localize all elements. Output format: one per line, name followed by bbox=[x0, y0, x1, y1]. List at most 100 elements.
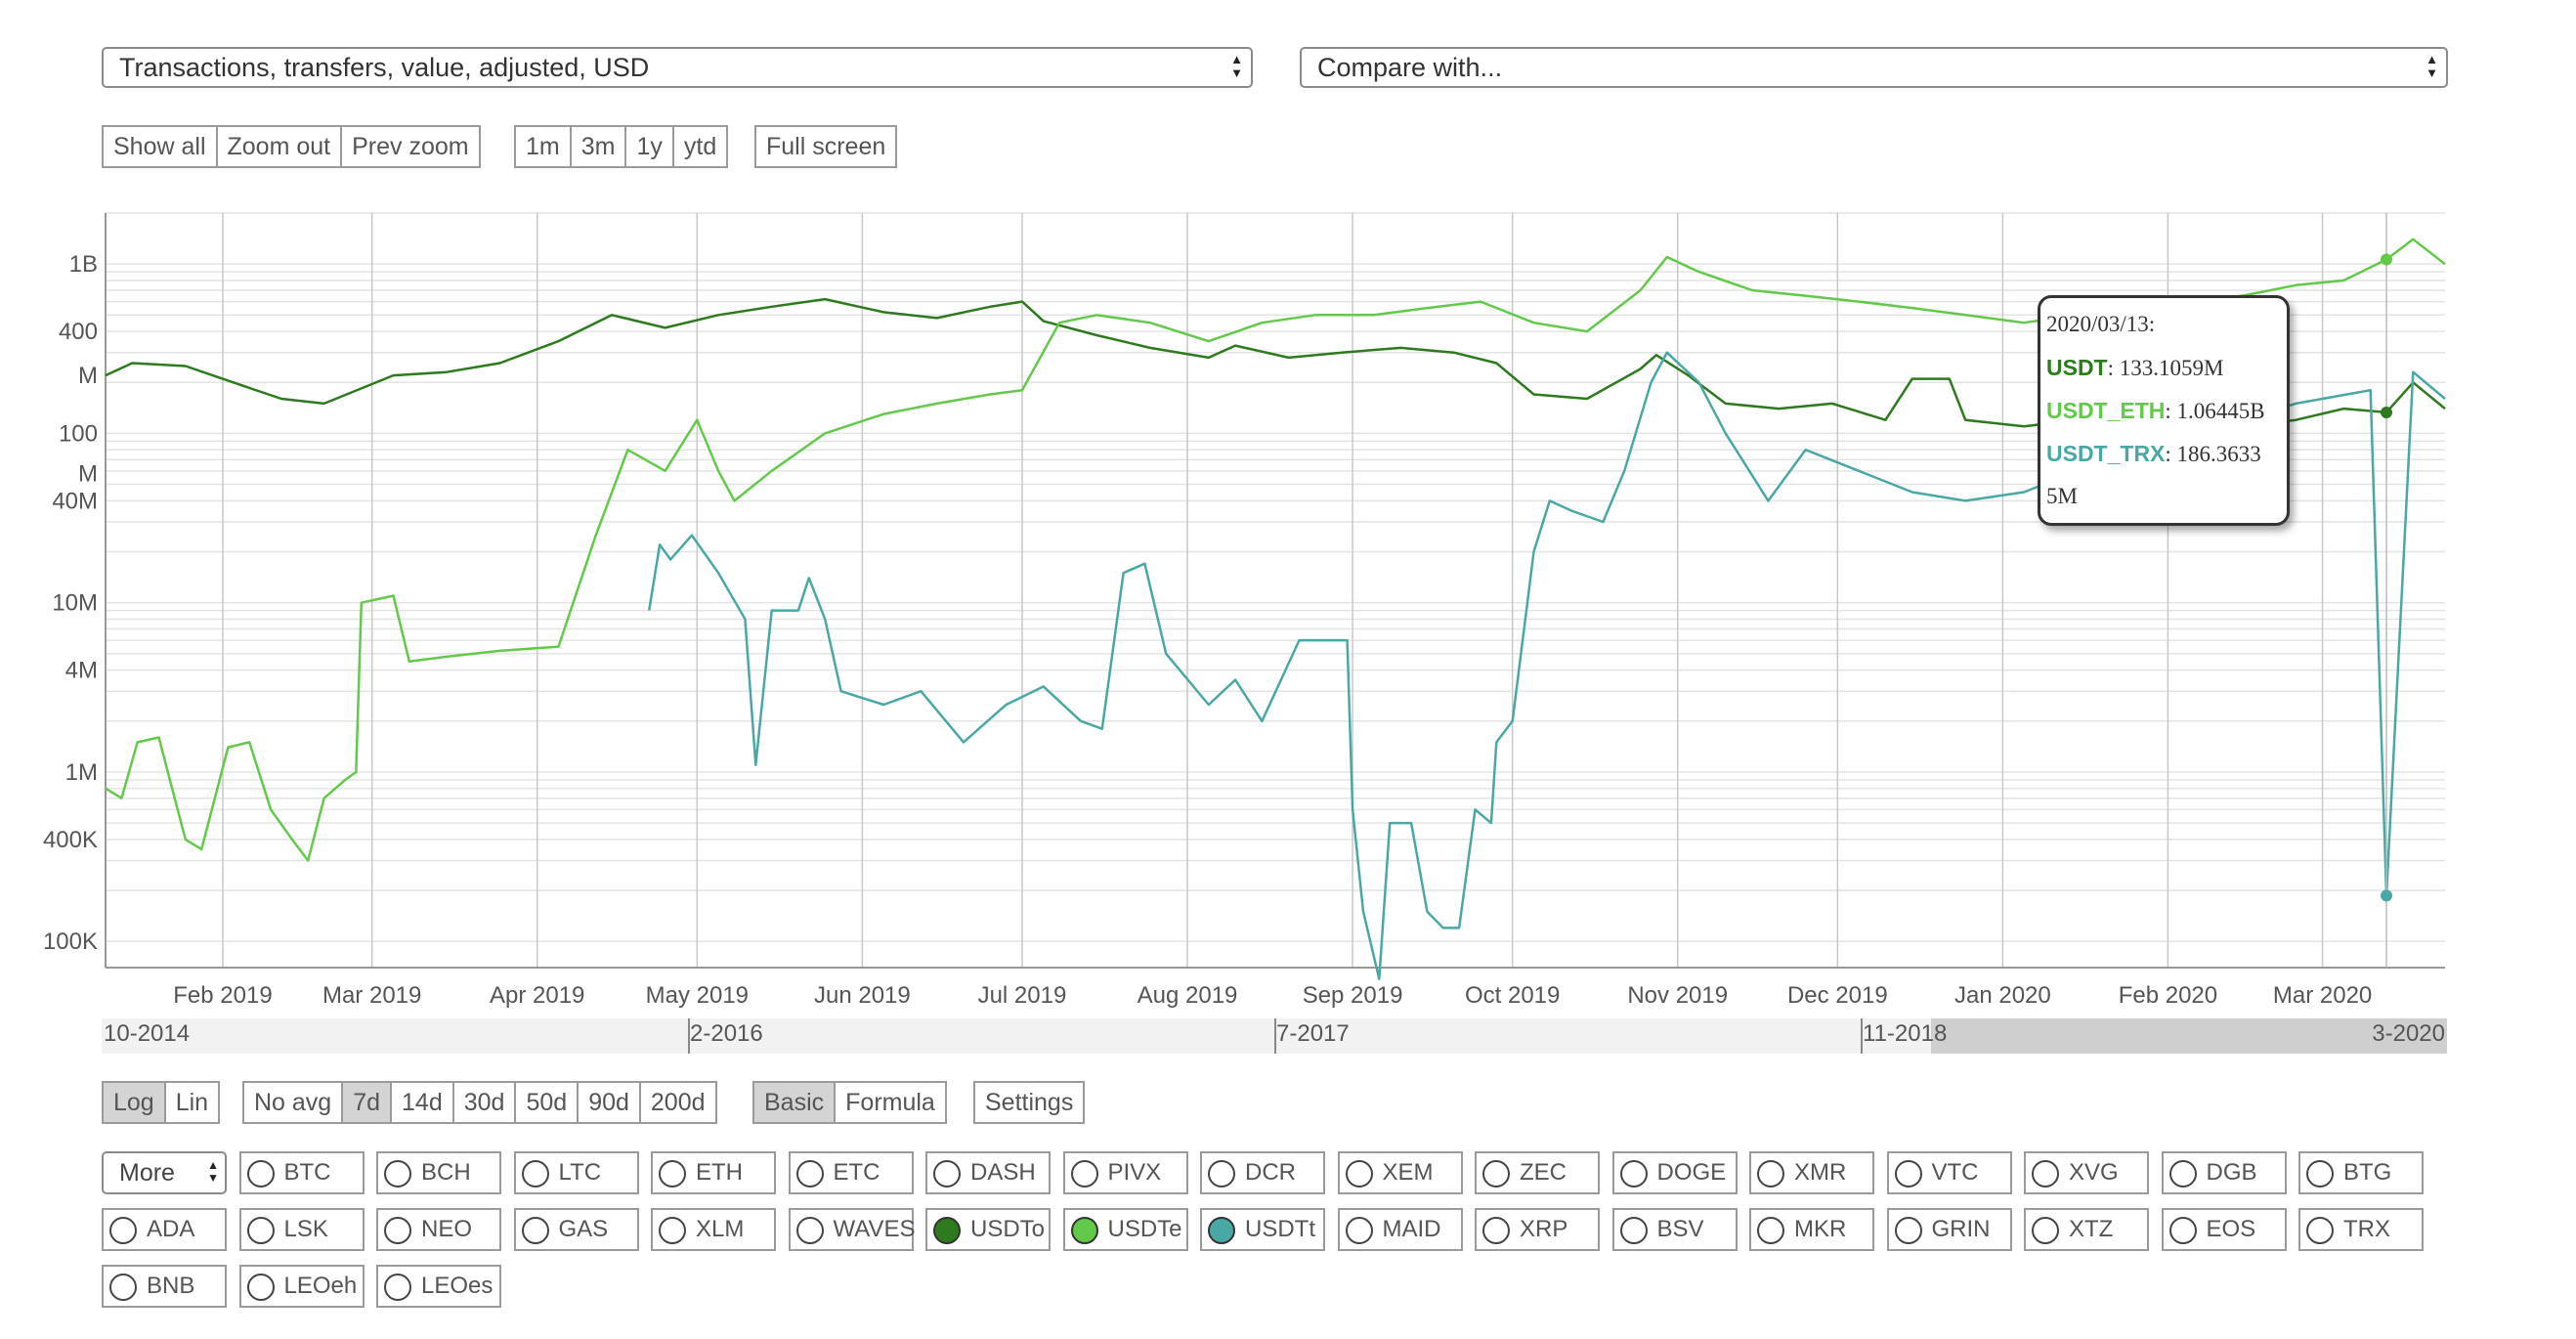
coin-label: DASH bbox=[970, 1159, 1036, 1186]
series-marker bbox=[2381, 253, 2393, 266]
tooltip-overflow: 5M bbox=[2046, 484, 2078, 508]
series-marker bbox=[2381, 406, 2393, 418]
more-select[interactable]: More ▲ ▼ bbox=[102, 1151, 227, 1194]
coin-toggle-ltc[interactable]: LTC bbox=[513, 1151, 639, 1194]
coin-toggle-vtc[interactable]: VTC bbox=[1886, 1151, 2012, 1194]
coin-label: DCR bbox=[1245, 1159, 1296, 1186]
radio-icon bbox=[795, 1160, 824, 1188]
coin-label: XMR bbox=[1794, 1159, 1847, 1186]
coin-label: USDTo bbox=[970, 1216, 1046, 1242]
coin-label: LEOeh bbox=[283, 1273, 358, 1299]
coin-toggle-bsv[interactable]: BSV bbox=[1611, 1208, 1738, 1251]
coin-toggle-grin[interactable]: GRIN bbox=[1886, 1208, 2012, 1251]
coin-toggle-gas[interactable]: GAS bbox=[513, 1208, 639, 1251]
coin-toggle-zec[interactable]: ZEC bbox=[1475, 1151, 1600, 1194]
radio-icon bbox=[2306, 1217, 2334, 1244]
coin-toggle-mkr[interactable]: MKR bbox=[1749, 1208, 1874, 1251]
avg-7d-button[interactable]: 7d bbox=[343, 1083, 393, 1122]
y-tick-label: M bbox=[78, 460, 98, 487]
range-navigator[interactable]: 10-2014 2-2016 7-2017 11-2018 3-2020 bbox=[102, 1018, 2447, 1054]
avg-90d-button[interactable]: 90d bbox=[579, 1083, 641, 1122]
coin-toggle-xem[interactable]: XEM bbox=[1337, 1151, 1463, 1194]
avg-50d-button[interactable]: 50d bbox=[516, 1083, 580, 1122]
navigator-label: 7-2017 bbox=[1276, 1020, 1350, 1047]
coin-toggle-etc[interactable]: ETC bbox=[788, 1151, 914, 1194]
coin-toggle-usdtt[interactable]: USDTt bbox=[1200, 1208, 1325, 1251]
coin-toggle-pivx[interactable]: PIVX bbox=[1062, 1151, 1188, 1194]
coin-label: DOGE bbox=[1656, 1159, 1727, 1186]
coin-toggle-usdte[interactable]: USDTe bbox=[1062, 1208, 1188, 1251]
no-avg-button[interactable]: No avg bbox=[244, 1083, 344, 1122]
coin-label: LTC bbox=[558, 1159, 602, 1186]
coin-label: ADA bbox=[147, 1216, 195, 1242]
tooltip-series-name: USDT_TRX bbox=[2046, 441, 2166, 466]
radio-icon bbox=[1894, 1217, 1922, 1244]
line-chart[interactable]: Feb 2019 Mar 2019 Apr 2019 May 2019 Jun 2019… bbox=[0, 0, 2576, 1056]
x-tick-label: Nov 2019 bbox=[1627, 982, 1728, 1009]
coin-toggle-dgb[interactable]: DGB bbox=[2161, 1151, 2287, 1194]
coin-toggle-xvg[interactable]: XVG bbox=[2024, 1151, 2149, 1194]
avg-30d-button[interactable]: 30d bbox=[454, 1083, 517, 1122]
coin-label: ETH bbox=[696, 1159, 743, 1186]
coin-toggle-eos[interactable]: EOS bbox=[2161, 1208, 2287, 1251]
coin-toggle-xlm[interactable]: XLM bbox=[651, 1208, 776, 1251]
coin-toggle-leoes[interactable]: LEOes bbox=[376, 1265, 501, 1308]
navigator-label: 11-2018 bbox=[1863, 1020, 1948, 1047]
coin-toggle-leoeh[interactable]: LEOeh bbox=[238, 1265, 365, 1308]
radio-icon bbox=[933, 1160, 961, 1188]
coin-toggle-eth[interactable]: ETH bbox=[651, 1151, 776, 1194]
radio-icon bbox=[1894, 1160, 1922, 1188]
formula-mode-button[interactable]: Formula bbox=[836, 1083, 945, 1122]
navigator-label: 2-2016 bbox=[690, 1020, 763, 1047]
settings-button-group: Settings bbox=[973, 1081, 1086, 1124]
radio-icon bbox=[1619, 1217, 1648, 1244]
basic-mode-button[interactable]: Basic bbox=[754, 1083, 837, 1122]
y-tick-label: 40M bbox=[52, 488, 98, 514]
coin-toggle-xmr[interactable]: XMR bbox=[1749, 1151, 1874, 1194]
coin-label: USDTe bbox=[1107, 1216, 1182, 1242]
coin-toggle-btc[interactable]: BTC bbox=[238, 1151, 365, 1194]
coin-toggle-bch[interactable]: BCH bbox=[376, 1151, 501, 1194]
select-arrows-icon: ▲ ▼ bbox=[207, 1158, 219, 1185]
coin-label: ETC bbox=[833, 1159, 880, 1186]
tooltip-series-name: USDT bbox=[2046, 355, 2108, 380]
coin-toggle-dash[interactable]: DASH bbox=[925, 1151, 1051, 1194]
coin-toggle-xtz[interactable]: XTZ bbox=[2024, 1208, 2149, 1251]
mode-button-group: Basic Formula bbox=[752, 1081, 947, 1124]
navigator-selection[interactable] bbox=[1931, 1018, 2447, 1054]
radio-icon bbox=[659, 1217, 686, 1244]
radio-icon bbox=[246, 1217, 275, 1244]
avg-200d-button[interactable]: 200d bbox=[641, 1083, 715, 1122]
avg-14d-button[interactable]: 14d bbox=[392, 1083, 454, 1122]
coin-toggle-dcr[interactable]: DCR bbox=[1200, 1151, 1325, 1194]
x-tick-label: May 2019 bbox=[646, 982, 749, 1009]
coin-label: XTZ bbox=[2069, 1216, 2114, 1242]
coin-toggle-trx[interactable]: TRX bbox=[2298, 1208, 2424, 1251]
tooltip-date: 2020/03/13: bbox=[2046, 312, 2156, 336]
radio-icon bbox=[2168, 1160, 2197, 1188]
coin-toggle-btg[interactable]: BTG bbox=[2298, 1151, 2424, 1194]
chart-tooltip: 2020/03/13: USDT: 133.1059M USDT_ETH: 1.… bbox=[2038, 295, 2290, 526]
coin-toggle-bnb[interactable]: BNB bbox=[102, 1265, 227, 1308]
x-tick-label: Mar 2020 bbox=[2273, 982, 2372, 1009]
radio-icon bbox=[384, 1274, 411, 1301]
coin-toggle-usdto[interactable]: USDTo bbox=[925, 1208, 1051, 1251]
coin-toggle-lsk[interactable]: LSK bbox=[238, 1208, 365, 1251]
coin-label: TRX bbox=[2343, 1216, 2390, 1242]
coin-toggle-waves[interactable]: WAVES bbox=[788, 1208, 916, 1251]
coin-toggle-neo[interactable]: NEO bbox=[376, 1208, 501, 1251]
average-button-group: No avg 7d 14d 30d 50d 90d 200d bbox=[242, 1081, 717, 1124]
y-tick-label: 400 bbox=[59, 319, 98, 345]
navigator-divider bbox=[1861, 1018, 1863, 1054]
coin-toggle-xrp[interactable]: XRP bbox=[1475, 1208, 1600, 1251]
coin-toggle-doge[interactable]: DOGE bbox=[1611, 1151, 1738, 1194]
coin-toggle-ada[interactable]: ADA bbox=[102, 1208, 227, 1251]
lin-scale-button[interactable]: Lin bbox=[166, 1083, 218, 1122]
coin-toggle-maid[interactable]: MAID bbox=[1337, 1208, 1463, 1251]
y-tick-label: 1B bbox=[69, 251, 98, 278]
x-tick-label: Dec 2019 bbox=[1787, 982, 1888, 1009]
settings-button[interactable]: Settings bbox=[975, 1083, 1083, 1122]
log-scale-button[interactable]: Log bbox=[104, 1083, 166, 1122]
coin-label: ZEC bbox=[1520, 1159, 1567, 1186]
coin-label: USDTt bbox=[1245, 1216, 1315, 1242]
